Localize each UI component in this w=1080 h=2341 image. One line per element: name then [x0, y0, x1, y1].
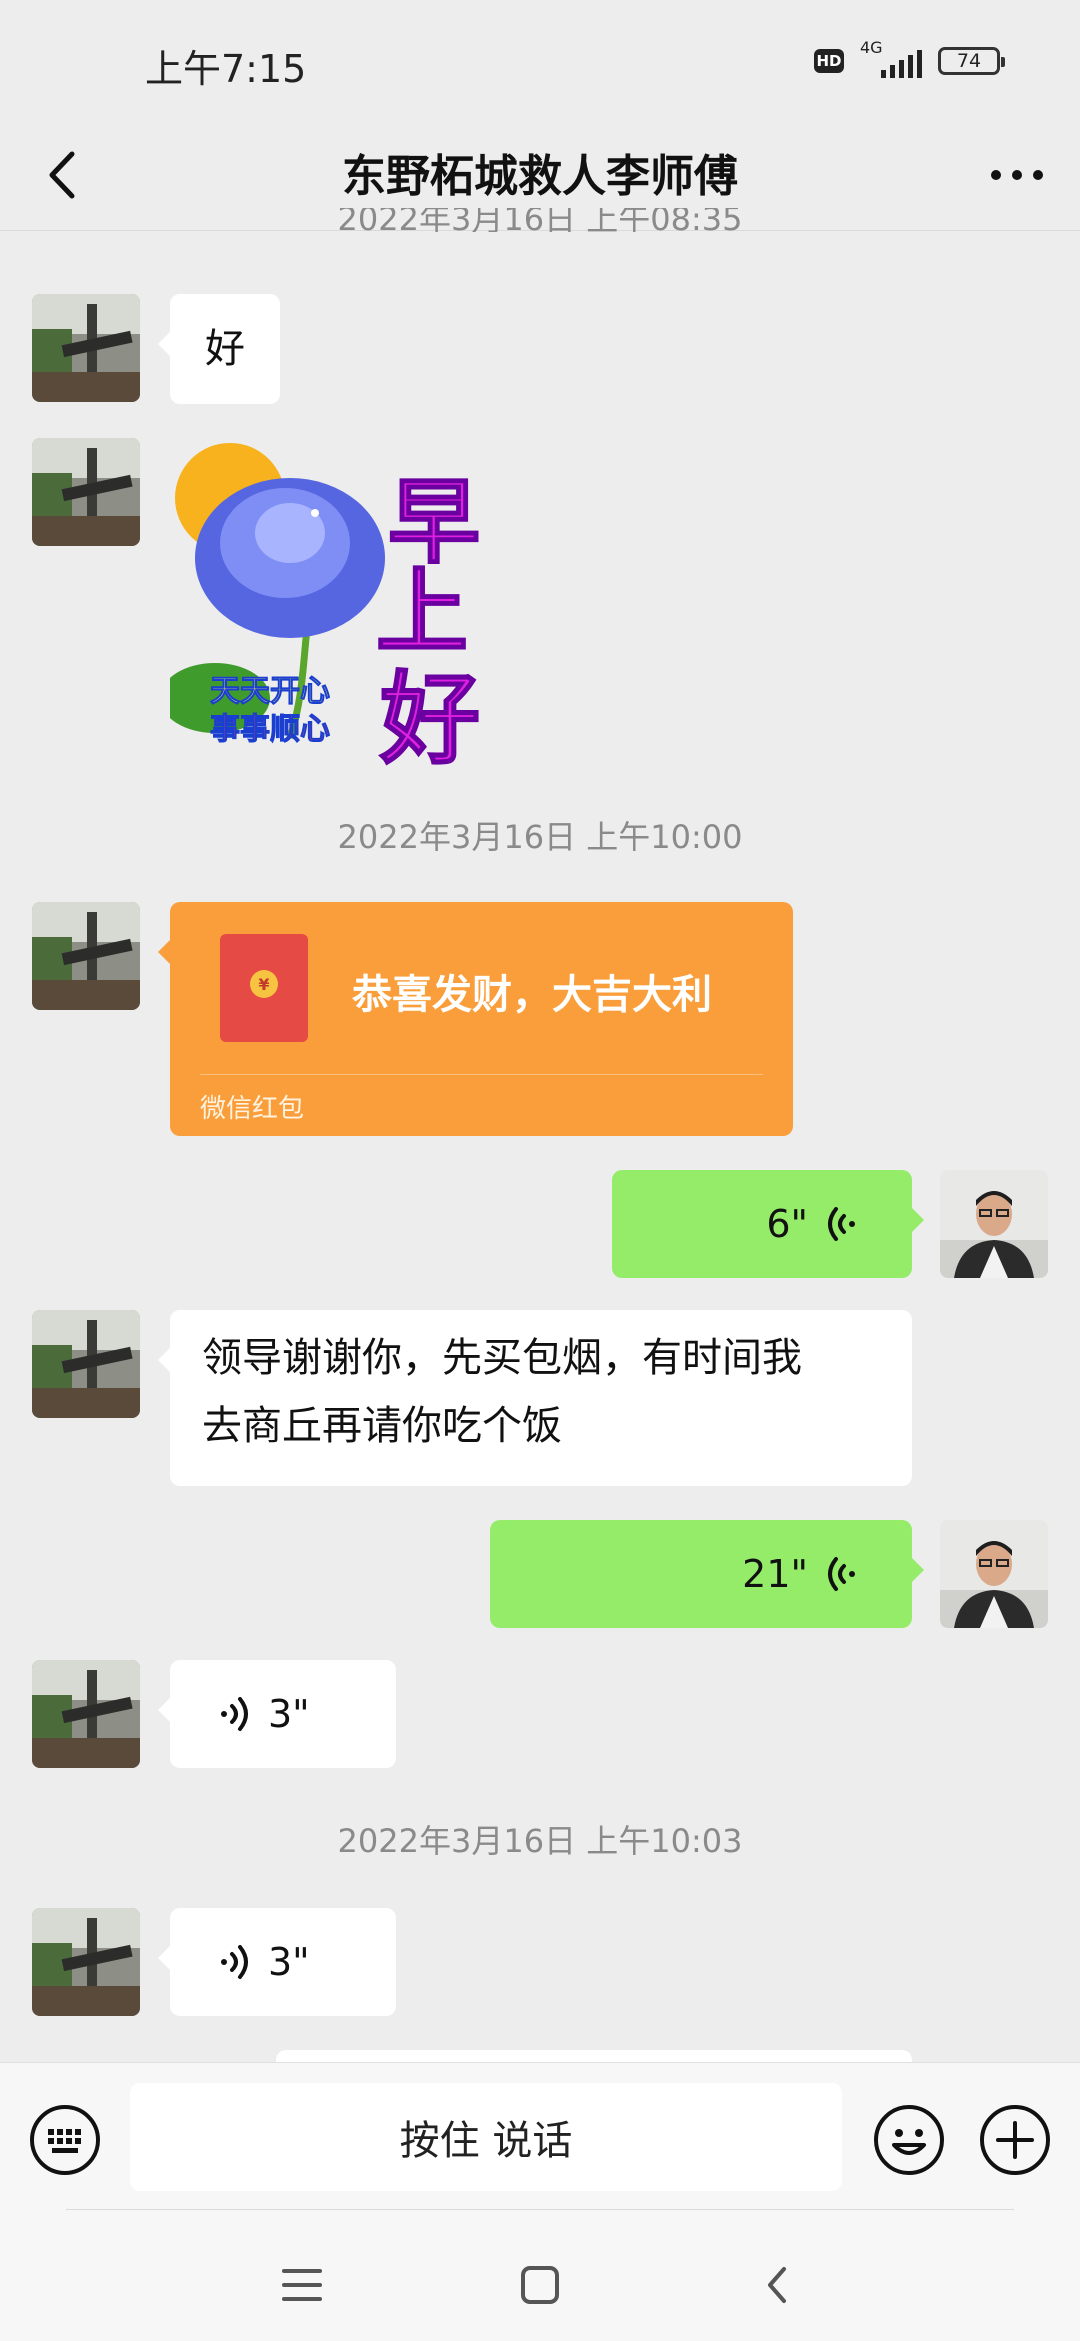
voice-message-in[interactable]: 3"	[158, 1908, 396, 2016]
status-time: 上午7:15	[145, 47, 307, 91]
hold-to-talk-label: 按住 说话	[399, 2118, 573, 2164]
contact-avatar[interactable]	[32, 438, 140, 546]
hold-to-talk-button[interactable]: 按住 说话	[130, 2083, 842, 2191]
voice-wave-icon	[828, 1557, 855, 1591]
avatar-image	[940, 1170, 1048, 1278]
more-dots-icon	[991, 170, 1043, 180]
keyboard-toggle-button[interactable]	[28, 2103, 102, 2177]
message-bubble-in[interactable]: 好	[158, 294, 280, 404]
red-packet-divider	[200, 1074, 763, 1075]
nav-back-button[interactable]	[748, 2255, 808, 2315]
status-bar: 上午7:15 HD 4G 74	[0, 0, 1080, 120]
message-text-line-1: 领导谢谢你，先买包烟，有时间我	[202, 1335, 802, 1381]
home-square-icon	[521, 2266, 559, 2304]
battery-icon: 74	[938, 47, 1005, 75]
message-text: 好	[205, 326, 245, 372]
back-triangle-icon	[768, 2267, 786, 2303]
input-bar: 按住 说话	[0, 2062, 1080, 2341]
voice-duration: 3"	[268, 1940, 310, 1984]
contact-avatar[interactable]	[32, 902, 140, 1010]
battery-level: 74	[956, 50, 982, 72]
red-packet-title: 恭喜发财，大吉大利	[352, 972, 712, 1018]
smiley-icon	[874, 2105, 944, 2175]
chat-title: 东野柘城救人李师傅	[342, 151, 738, 202]
voice-wave-icon	[221, 1697, 248, 1731]
nav-home-button[interactable]	[510, 2255, 570, 2315]
voice-wave-icon	[221, 1945, 248, 1979]
my-avatar[interactable]	[940, 1170, 1048, 1278]
red-packet-card[interactable]: ¥ 恭喜发财，大吉大利 微信红包	[158, 902, 793, 1136]
voice-duration: 6"	[766, 1202, 808, 1246]
my-avatar[interactable]	[940, 1520, 1048, 1628]
avatar-image	[32, 1908, 140, 2016]
red-envelope-icon: ¥	[220, 934, 308, 1042]
contact-avatar[interactable]	[32, 1908, 140, 2016]
avatar-image	[32, 438, 140, 546]
message-bubble-in[interactable]: 领导谢谢你，先买包烟，有时间我 去商丘再请你吃个饭	[158, 1310, 912, 1486]
voice-message-out[interactable]: 21"	[490, 1520, 924, 1628]
voice-duration: 3"	[268, 1692, 310, 1736]
timestamp: 2022年3月16日 上午10:00	[337, 818, 743, 856]
timestamp-partial: 2022年3月16日 上午08:35	[337, 208, 743, 232]
sticker-good-morning[interactable]: 早 上 好 天天开心 事事顺心	[160, 438, 500, 779]
signal-icon: 4G	[860, 38, 922, 78]
avatar-image	[32, 902, 140, 1010]
more-button[interactable]	[982, 140, 1052, 210]
menu-icon	[282, 2269, 322, 2301]
contact-avatar[interactable]	[32, 1660, 140, 1768]
more-features-button[interactable]	[978, 2103, 1052, 2177]
keyboard-icon	[30, 2105, 100, 2175]
message-text-line-2: 去商丘再请你吃个饭	[202, 1403, 562, 1449]
network-type: 4G	[860, 38, 883, 57]
avatar-image	[32, 1660, 140, 1768]
voice-duration: 21"	[742, 1552, 808, 1596]
timestamp: 2022年3月16日 上午10:03	[337, 1822, 743, 1860]
coin-icon: ¥	[250, 970, 278, 998]
emoji-button[interactable]	[872, 2103, 946, 2177]
status-icons: HD 4G 74	[814, 38, 1005, 78]
avatar-image	[32, 1310, 140, 1418]
plus-icon	[980, 2105, 1050, 2175]
sticker-char-3: 好	[379, 660, 481, 779]
avatar-image	[32, 294, 140, 402]
avatar-image	[940, 1520, 1048, 1628]
voice-wave-icon	[828, 1207, 855, 1241]
divider	[66, 2209, 1014, 2210]
contact-avatar[interactable]	[32, 294, 140, 402]
hd-badge: HD	[814, 49, 844, 73]
sticker-line-2: 事事顺心	[210, 712, 331, 748]
voice-message-in[interactable]: 3"	[158, 1660, 396, 1768]
contact-avatar[interactable]	[32, 1310, 140, 1418]
nav-menu-button[interactable]	[272, 2255, 332, 2315]
voice-message-out[interactable]: 6"	[612, 1170, 924, 1278]
red-packet-label: 微信红包	[200, 1094, 305, 1124]
